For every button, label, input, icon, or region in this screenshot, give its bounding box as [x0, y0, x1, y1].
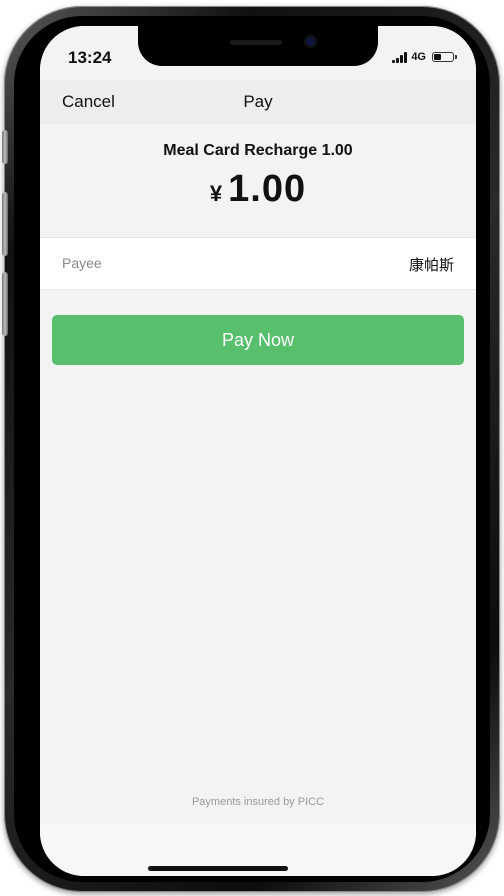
- mute-switch: [2, 130, 8, 164]
- speaker-grille: [230, 40, 282, 45]
- pay-now-button[interactable]: Pay Now: [52, 315, 464, 365]
- insurance-note: Payments insured by PICC: [191, 796, 325, 808]
- page-title: Pay: [243, 92, 273, 111]
- front-camera-icon: [306, 37, 315, 46]
- amount-value: 1.00: [228, 168, 307, 210]
- app-screen: 13:24 4G Cancel Pay Meal Card Recharge 1…: [40, 26, 476, 876]
- volume-up-button: [2, 192, 8, 256]
- signal-icon: [392, 51, 408, 63]
- payee-name: 康帕斯: [408, 257, 454, 274]
- navigation-bar: Cancel Pay: [40, 80, 476, 124]
- order-summary: Meal Card Recharge 1.00 ¥ 1.00: [40, 124, 476, 236]
- payee-row: Payee 康帕斯: [40, 237, 476, 290]
- notch: [138, 26, 378, 66]
- payment-amount: ¥ 1.00: [40, 168, 476, 211]
- status-time: 13:24: [68, 48, 112, 67]
- order-description: Meal Card Recharge 1.00: [163, 142, 353, 159]
- status-indicators: 4G: [392, 51, 457, 63]
- payee-label: Payee: [62, 255, 102, 271]
- currency-symbol: ¥: [209, 181, 223, 206]
- volume-down-button: [2, 272, 8, 336]
- network-type: 4G: [411, 51, 426, 63]
- home-indicator[interactable]: [148, 866, 288, 871]
- battery-icon: [432, 52, 457, 62]
- status-bar: 13:24 4G: [40, 26, 476, 80]
